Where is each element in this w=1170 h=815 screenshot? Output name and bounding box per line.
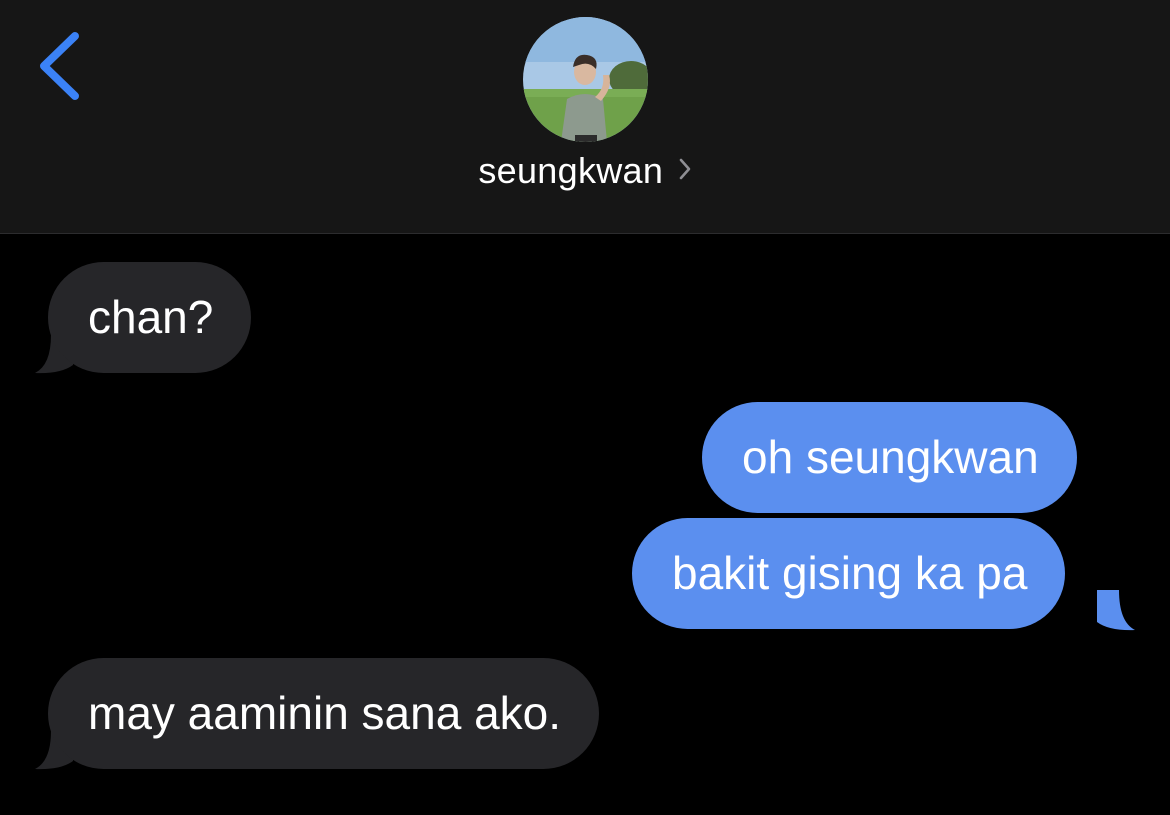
chevron-right-icon bbox=[679, 158, 690, 180]
message-text: oh seungkwan bbox=[742, 431, 1039, 483]
contact-photo bbox=[523, 17, 648, 142]
message-bubble-outgoing[interactable]: oh seungkwan bbox=[702, 402, 1077, 513]
message-bubble-incoming[interactable]: chan? bbox=[48, 262, 252, 373]
conversation-header: seungkwan bbox=[0, 0, 1170, 234]
message-bubble-incoming[interactable]: may aaminin sana ako. bbox=[48, 658, 600, 769]
message-text: bakit gising ka pa bbox=[672, 547, 1028, 599]
message-text: chan? bbox=[88, 291, 214, 343]
back-button[interactable] bbox=[30, 28, 90, 108]
chevron-left-icon bbox=[40, 32, 79, 100]
message-text: may aaminin sana ako. bbox=[88, 687, 562, 739]
avatar[interactable] bbox=[523, 17, 648, 142]
message-bubble-outgoing[interactable]: bakit gising ka pa bbox=[632, 518, 1066, 629]
bubble-tail bbox=[1097, 590, 1135, 631]
contact-details-link[interactable]: seungkwan bbox=[0, 150, 1170, 192]
contact-name: seungkwan bbox=[478, 150, 664, 191]
